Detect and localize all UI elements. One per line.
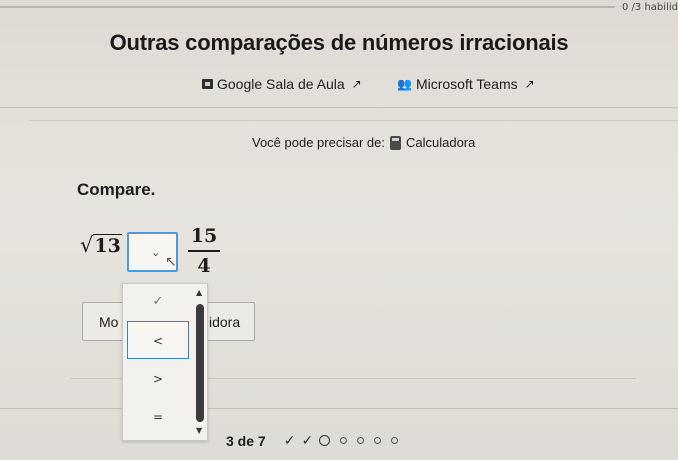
completed-check-icon: ✓ [283, 432, 296, 448]
scroll-down-icon[interactable]: ▼ [196, 426, 202, 435]
divider [0, 107, 678, 108]
pending-question-dot [340, 437, 348, 444]
pending-question-dot [357, 437, 365, 444]
denominator: 4 [197, 254, 211, 277]
option-equal[interactable]: = [123, 410, 193, 424]
radicand: 13 [93, 234, 122, 257]
completed-check-icon: ✓ [301, 432, 314, 448]
pending-question-dot [391, 437, 399, 444]
google-classroom-icon [202, 79, 213, 89]
radical-sign: √ [80, 233, 94, 257]
scrollbar-thumb[interactable] [196, 304, 204, 422]
option-greater-than[interactable]: > [123, 372, 193, 386]
calculator-icon[interactable] [389, 135, 401, 150]
need-label: Você pode precisar de: [252, 135, 385, 150]
pending-question-dot [374, 437, 382, 444]
tools-row: Você pode precisar de: Calculadora [252, 135, 475, 150]
external-link-icon: ↗ [524, 77, 535, 91]
divider [30, 120, 678, 121]
right-expression: 15 4 [188, 224, 220, 278]
google-classroom-label: Google Sala de Aula [217, 76, 345, 92]
page-title: Outras comparações de números irracionai… [109, 30, 569, 55]
top-divider [0, 6, 615, 8]
more-button-label: Mo [99, 313, 119, 330]
current-question-dot [319, 435, 331, 446]
share-microsoft-teams[interactable]: 👥 Microsoft Teams ↗ [397, 76, 535, 92]
option-less-than[interactable]: < [123, 334, 193, 348]
chevron-down-icon: ⌄ [151, 246, 161, 259]
skill-progress: 0 /3 habilida [622, 2, 678, 13]
fraction-bar [188, 250, 220, 252]
external-link-icon: ↗ [351, 77, 362, 91]
option-check[interactable]: ✓ [123, 294, 193, 309]
comparison-dropdown-menu[interactable]: ✓ < > = ▲ ▼ [122, 283, 208, 441]
calculator-link[interactable]: Calculadora [406, 135, 475, 150]
numerator: 15 [190, 225, 218, 247]
question-counter: 3 de 7 [226, 432, 266, 449]
microsoft-teams-label: Microsoft Teams [415, 76, 518, 92]
mouse-cursor-icon: ↖ [165, 254, 177, 270]
microsoft-teams-icon: 👥 [397, 77, 412, 91]
calculator-button-label: idora [209, 313, 241, 330]
share-google-classroom[interactable]: Google Sala de Aula ↗ [202, 76, 362, 92]
dropdown-scrollbar[interactable]: ▲ ▼ [193, 284, 207, 440]
divider [0, 408, 678, 409]
calculator-button[interactable]: idora [205, 302, 255, 341]
scroll-up-icon[interactable]: ▲ [196, 288, 202, 297]
instruction: Compare. [77, 180, 156, 199]
question-pager: 3 de 7 ✓ ✓ [226, 432, 399, 449]
left-expression: √ 13 [80, 234, 122, 256]
